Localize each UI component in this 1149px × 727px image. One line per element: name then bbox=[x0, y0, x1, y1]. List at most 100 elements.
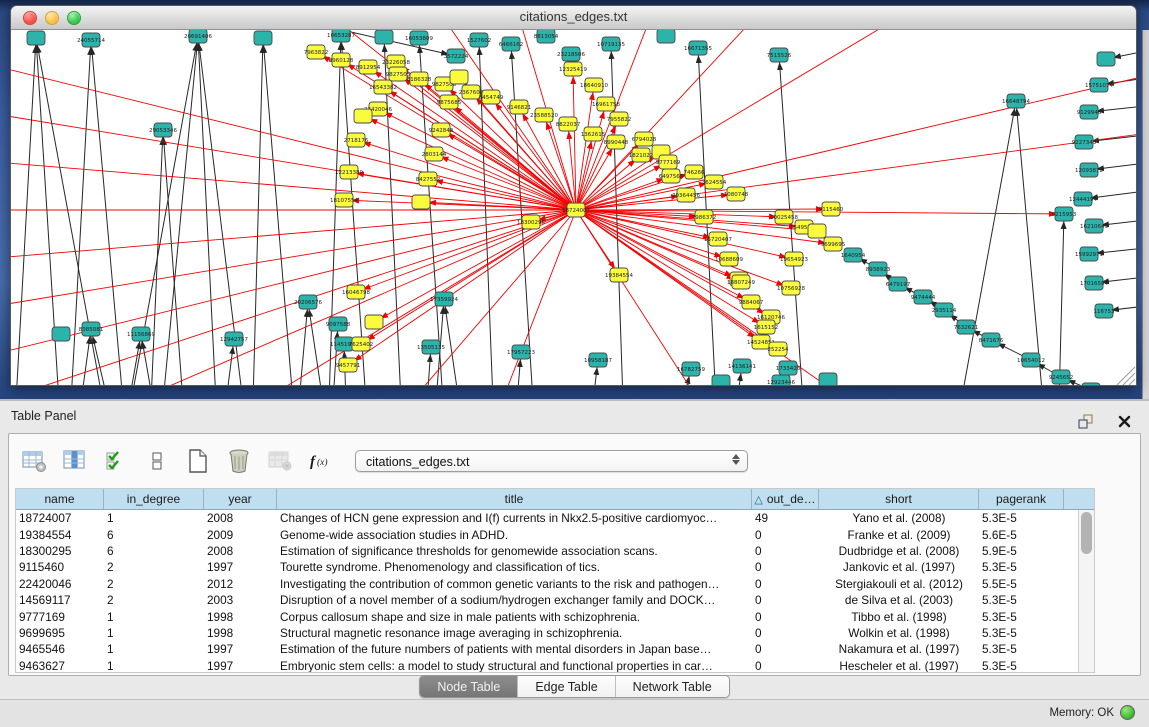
column-header-short[interactable]: short bbox=[819, 489, 979, 509]
graph-node[interactable]: 16543382 bbox=[369, 80, 397, 94]
table-cell[interactable]: 1 bbox=[104, 610, 204, 624]
graph-edge[interactable] bbox=[91, 210, 576, 385]
show-columns-icon[interactable] bbox=[62, 447, 88, 475]
table-cell[interactable]: 2012 bbox=[204, 577, 277, 591]
graph-node[interactable]: 10688609 bbox=[715, 252, 743, 266]
table-row[interactable]: 911546021997Tourette syndrome. Phenomeno… bbox=[16, 559, 1079, 575]
graph-edge[interactable] bbox=[11, 210, 576, 260]
graph-node[interactable]: 9474444 bbox=[911, 290, 936, 304]
table-cell[interactable]: 1997 bbox=[204, 560, 277, 574]
table-cell[interactable]: Genome-wide association studies in ADHD. bbox=[277, 528, 752, 542]
graph-node[interactable]: 10958187 bbox=[584, 353, 612, 367]
graph-node[interactable]: 14136141 bbox=[728, 359, 756, 373]
graph-edge[interactable] bbox=[348, 210, 576, 365]
memory-status[interactable]: Memory: OK bbox=[1049, 705, 1135, 720]
graph-node[interactable]: 19384554 bbox=[605, 268, 633, 282]
graph-node[interactable]: 8427552 bbox=[416, 172, 441, 186]
graph-node[interactable]: 16046798 bbox=[342, 285, 370, 299]
graph-edge[interactable] bbox=[299, 302, 308, 385]
table-cell[interactable]: 14569117 bbox=[16, 593, 104, 607]
table-cell[interactable]: Dudbridge et al. (2008) bbox=[819, 544, 979, 558]
graph-node[interactable]: 9129946 bbox=[1077, 105, 1102, 119]
graph-node[interactable] bbox=[27, 31, 45, 45]
graph-node[interactable]: 1640954 bbox=[841, 248, 866, 262]
tab-node-table[interactable]: Node Table bbox=[420, 676, 518, 697]
graph-node[interactable]: 7515526 bbox=[767, 48, 792, 62]
table-cell[interactable]: 5.3E-5 bbox=[979, 626, 1064, 640]
graph-node[interactable]: 16210643 bbox=[1080, 219, 1108, 233]
table-cell[interactable]: Stergiakouli et al. (2012) bbox=[819, 577, 979, 591]
graph-node[interactable] bbox=[808, 224, 826, 238]
graph-node[interactable] bbox=[354, 109, 372, 123]
tab-network-table[interactable]: Network Table bbox=[616, 676, 729, 697]
graph-edge[interactable] bbox=[573, 69, 576, 210]
table-row[interactable]: 2242004622012Investigating the contribut… bbox=[16, 576, 1079, 592]
graph-node[interactable]: 18640910 bbox=[580, 78, 608, 92]
graph-node[interactable]: 17016504 bbox=[1080, 276, 1108, 290]
table-cell[interactable]: 2 bbox=[104, 593, 204, 607]
table-cell[interactable]: 2003 bbox=[204, 593, 277, 607]
table-cell[interactable]: Hescheler et al. (1997) bbox=[819, 659, 979, 672]
graph-node[interactable]: 6497568 bbox=[659, 169, 684, 183]
new-table-icon[interactable] bbox=[185, 447, 211, 475]
graph-edge[interactable] bbox=[11, 210, 576, 310]
graph-node[interactable]: 6466162 bbox=[499, 37, 524, 51]
graph-node[interactable]: 12942757 bbox=[220, 332, 248, 346]
graph-node[interactable] bbox=[712, 375, 730, 385]
table-cell[interactable]: 1 bbox=[104, 626, 204, 640]
graph-node[interactable]: 19654923 bbox=[780, 252, 808, 266]
graph-node[interactable]: 116753 bbox=[1094, 304, 1115, 318]
graph-node[interactable]: 12923446 bbox=[767, 375, 795, 385]
graph-node[interactable]: 20206576 bbox=[294, 295, 322, 309]
table-cell[interactable]: Franke et al. (2009) bbox=[819, 528, 979, 542]
table-cell[interactable]: Jankovic et al. (1997) bbox=[819, 560, 979, 574]
table-cell[interactable]: Nakamura et al. (1997) bbox=[819, 642, 979, 656]
table-cell[interactable]: 9777169 bbox=[16, 610, 104, 624]
graph-node[interactable]: 8822037 bbox=[556, 117, 581, 131]
graph-node[interactable]: 8471676 bbox=[979, 333, 1004, 347]
graph-node[interactable] bbox=[1097, 52, 1115, 66]
table-cell[interactable]: 1997 bbox=[204, 659, 277, 672]
graph-node[interactable]: 17359924 bbox=[430, 292, 458, 306]
table-cell[interactable]: 5.3E-5 bbox=[979, 642, 1064, 656]
table-cell[interactable]: 0 bbox=[752, 642, 819, 656]
graph-edge[interactable] bbox=[11, 210, 576, 360]
table-row[interactable]: 969969511998Structural magnetic resonanc… bbox=[16, 625, 1079, 641]
table-cell[interactable]: 0 bbox=[752, 593, 819, 607]
graph-node[interactable]: 1821022 bbox=[629, 148, 654, 162]
table-source-dropdown[interactable]: citations_edges.txt bbox=[355, 450, 748, 472]
table-cell[interactable]: 5.9E-5 bbox=[979, 544, 1064, 558]
graph-edge[interactable] bbox=[308, 302, 323, 385]
graph-node[interactable]: 8215953 bbox=[1052, 207, 1077, 221]
graph-node[interactable]: 9097588 bbox=[326, 317, 351, 331]
graph-node[interactable]: 2935114 bbox=[932, 303, 957, 317]
graph-node[interactable]: 6479197 bbox=[886, 277, 911, 291]
graph-node[interactable]: 1733426 bbox=[776, 361, 801, 375]
table-row[interactable]: 946362711997Embryonic stem cells: a mode… bbox=[16, 658, 1079, 672]
graph-edge[interactable] bbox=[263, 38, 293, 385]
graph-node[interactable]: 9242848 bbox=[429, 123, 454, 137]
graph-edge[interactable] bbox=[1016, 101, 1043, 385]
graph-node[interactable]: 12093872 bbox=[1075, 163, 1103, 177]
table-cell[interactable]: Embryonic stem cells: a model to study s… bbox=[277, 659, 752, 672]
graph-node[interactable]: 6794028 bbox=[632, 132, 657, 146]
table-cell[interactable]: 19384554 bbox=[16, 528, 104, 542]
table-cell[interactable]: Wolkin et al. (1998) bbox=[819, 626, 979, 640]
table-row[interactable]: 1872400712008Changes of HCN gene express… bbox=[16, 510, 1079, 526]
table-cell[interactable]: 2 bbox=[104, 577, 204, 591]
citation-network-graph[interactable]: 2405571420691406106532871605380935722241… bbox=[11, 30, 1136, 385]
graph-edge[interactable] bbox=[253, 38, 263, 385]
graph-node[interactable]: 8938923 bbox=[866, 262, 891, 276]
graph-node[interactable]: 12325419 bbox=[559, 62, 587, 76]
graph-node[interactable]: 16671355 bbox=[684, 41, 712, 55]
table-cell[interactable]: 0 bbox=[752, 659, 819, 672]
canvas-resize-handle[interactable] bbox=[1117, 367, 1135, 385]
graph-node[interactable]: 16053809 bbox=[405, 31, 433, 45]
table-cell[interactable]: 0 bbox=[752, 560, 819, 574]
table-cell[interactable]: 1998 bbox=[204, 610, 277, 624]
table-cell[interactable]: 6 bbox=[104, 544, 204, 558]
graph-node[interactable]: 23588520 bbox=[530, 108, 558, 122]
table-cell[interactable]: 2009 bbox=[204, 528, 277, 542]
graph-node[interactable] bbox=[365, 315, 383, 329]
graph-node[interactable]: 8912954 bbox=[356, 60, 381, 74]
